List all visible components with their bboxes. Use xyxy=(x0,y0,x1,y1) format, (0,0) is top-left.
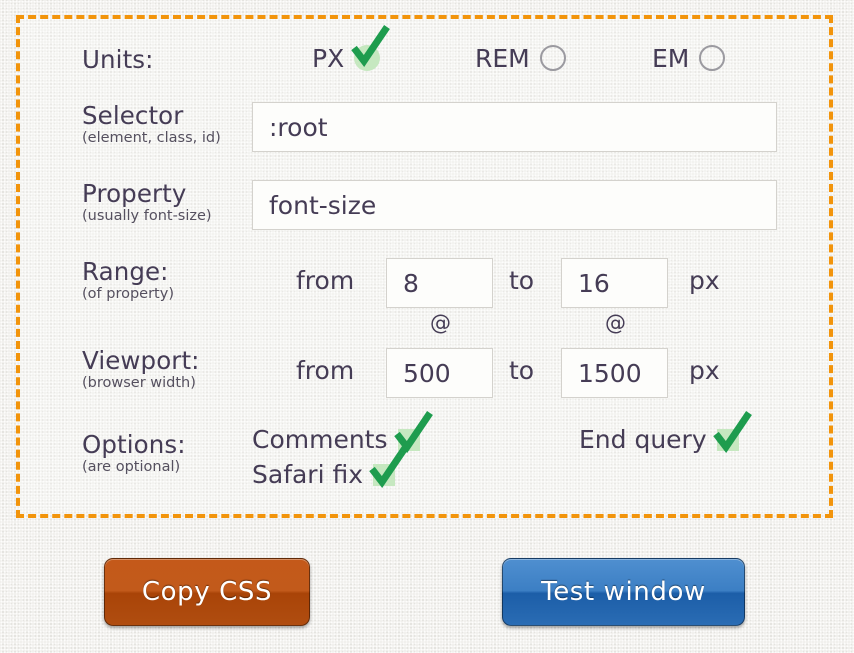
viewport-label: Viewport: xyxy=(82,346,200,375)
options-label: Options: xyxy=(82,430,186,459)
range-to-input[interactable] xyxy=(561,258,668,308)
copy-css-button-label: Copy CSS xyxy=(141,577,273,607)
units-label-group: Units: xyxy=(82,46,262,74)
option-end-query[interactable]: End query xyxy=(579,411,752,454)
range-label-group: Range: (of property) xyxy=(82,258,262,303)
test-window-button[interactable]: Test window xyxy=(502,558,745,626)
option-safari-fix-label: Safari fix xyxy=(252,460,364,489)
test-window-button-label: Test window xyxy=(541,577,706,607)
selector-label-group: Selector (element, class, id) xyxy=(82,102,262,147)
unit-option-rem-radio[interactable] xyxy=(539,45,566,71)
viewport-to-word: to xyxy=(509,356,535,385)
range-unit-label: px xyxy=(689,266,720,295)
property-sublabel: (usually font-size) xyxy=(82,208,212,224)
range-sublabel: (of property) xyxy=(82,286,174,302)
range-from-at-symbol: @ xyxy=(430,311,451,335)
unit-option-rem[interactable]: REM xyxy=(475,45,566,71)
range-from-input[interactable] xyxy=(386,258,493,308)
range-to-at-symbol: @ xyxy=(605,311,626,335)
range-from-word: from xyxy=(296,266,355,295)
check-icon xyxy=(351,25,391,67)
unit-option-px[interactable]: PX xyxy=(312,25,391,73)
unit-option-rem-label: REM xyxy=(475,43,530,73)
unit-option-em-label: EM xyxy=(652,43,690,73)
unit-option-px-label: PX xyxy=(312,43,345,73)
selector-input[interactable] xyxy=(252,102,777,152)
unit-option-em-radio[interactable] xyxy=(699,45,726,71)
viewport-label-group: Viewport: (browser width) xyxy=(82,347,262,392)
range-label: Range: xyxy=(82,257,169,286)
viewport-from-word: from xyxy=(296,356,355,385)
option-safari-fix-checkbox[interactable] xyxy=(369,446,408,488)
copy-css-button[interactable]: Copy CSS xyxy=(104,558,310,626)
units-label: Units: xyxy=(82,45,154,74)
check-icon xyxy=(712,411,752,453)
property-label: Property xyxy=(82,179,187,208)
option-end-query-label: End query xyxy=(579,425,707,454)
options-label-group: Options: (are optional) xyxy=(82,431,262,476)
viewport-sublabel: (browser width) xyxy=(82,375,196,391)
range-to-word: to xyxy=(509,266,535,295)
options-sublabel: (are optional) xyxy=(82,459,181,475)
option-safari-fix[interactable]: Safari fix xyxy=(252,446,408,489)
viewport-to-input[interactable] xyxy=(561,348,668,398)
viewport-from-input[interactable] xyxy=(386,348,493,398)
selector-sublabel: (element, class, id) xyxy=(82,130,221,146)
check-icon xyxy=(369,446,408,488)
viewport-unit-label: px xyxy=(689,356,720,385)
selector-label: Selector xyxy=(82,101,184,130)
property-label-group: Property (usually font-size) xyxy=(82,180,262,225)
unit-option-em[interactable]: EM xyxy=(652,43,726,73)
property-input[interactable] xyxy=(252,180,777,230)
settings-panel: Units: PX REM EM Selector (element, clas… xyxy=(16,15,833,518)
option-end-query-checkbox[interactable] xyxy=(712,411,752,453)
unit-option-px-radio[interactable] xyxy=(351,25,391,71)
